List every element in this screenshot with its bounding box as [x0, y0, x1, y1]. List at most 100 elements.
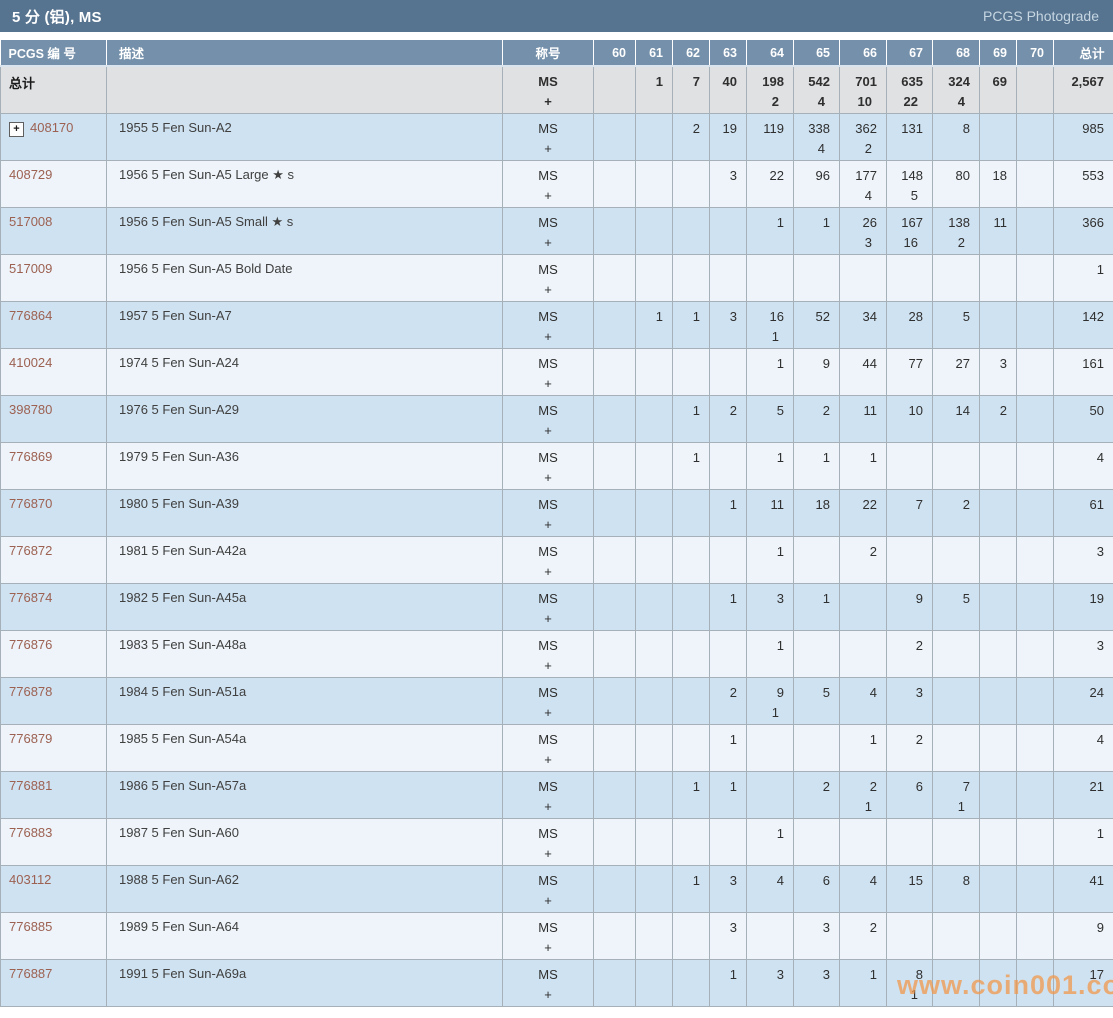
grade-cell-65: 2 — [793, 771, 840, 819]
grade-cell-60 — [593, 536, 636, 584]
designation-cell: MS + — [502, 583, 594, 631]
pcgs-number-link[interactable]: 776879 — [9, 731, 52, 746]
grade-cell-total: 985 — [1053, 113, 1113, 161]
grade-cell-69 — [979, 818, 1017, 866]
grade-cell-64: 1 — [746, 348, 794, 396]
table-row: 776876 1983 5 Fen Sun-A48a MS + 1 2 3 — [0, 630, 1113, 678]
grade-cell-70 — [1016, 583, 1054, 631]
population-table: PCGS 编 号描述 称号 60 61 62 63 64 65 66 67 68 69 70 总计 总计 M… — [0, 40, 1113, 1007]
grade-cell-66: 362 2 — [839, 113, 887, 161]
grade-cell-64: 3 — [746, 959, 794, 1007]
pcgs-number-link[interactable]: 776885 — [9, 919, 52, 934]
grade-cell-60 — [593, 348, 636, 396]
pcgs-number-link[interactable]: 408170 — [30, 120, 73, 135]
header-row: PCGS 编 号描述 称号 60 61 62 63 64 65 66 67 68 69 70 总计 — [0, 40, 1113, 67]
grade-cell-64: 1 — [746, 536, 794, 584]
description-cell: 1981 5 Fen Sun-A42a — [106, 536, 503, 584]
grade-cell-62 — [672, 348, 710, 396]
grade-cell-70 — [1016, 677, 1054, 725]
grade-cell-60 — [593, 489, 636, 537]
grade-cell-65: 3 — [793, 959, 840, 1007]
grade-cell-68 — [932, 536, 980, 584]
grade-cell-67: 167 16 — [886, 207, 933, 255]
grade-cell-67: 81 — [886, 959, 933, 1007]
grade-cell-70 — [1016, 65, 1054, 114]
grade-cell-69: 11 — [979, 207, 1017, 255]
pcgs-number-link[interactable]: 403112 — [9, 872, 51, 887]
grade-cell-70 — [1016, 771, 1054, 819]
grade-cell-61 — [635, 442, 673, 490]
expand-icon[interactable]: + — [9, 122, 24, 137]
grade-cell-61 — [635, 348, 673, 396]
pcgs-number-link[interactable]: 776876 — [9, 637, 52, 652]
grade-cell-70 — [1016, 865, 1054, 913]
pcgs-number-link[interactable]: 517009 — [9, 261, 52, 276]
pcgs-number-link[interactable]: 776874 — [9, 590, 52, 605]
grade-cell-67: 131 — [886, 113, 933, 161]
grade-cell-70 — [1016, 912, 1054, 960]
table-row: 398780 1976 5 Fen Sun-A29 MS +1 2 5 2 11 10 14 2 50 — [0, 395, 1113, 443]
grade-cell-62: 2 — [672, 113, 710, 161]
photograde-link[interactable]: PCGS Photograde — [983, 8, 1099, 24]
pcgs-number-link[interactable]: 408729 — [9, 167, 52, 182]
grade-cell-total: 3 — [1053, 536, 1113, 584]
grade-cell-67 — [886, 254, 933, 302]
description-cell — [106, 65, 503, 114]
grade-cell-total: 4 — [1053, 442, 1113, 490]
grade-cell-61 — [635, 912, 673, 960]
grade-cell-64: 3 — [746, 583, 794, 631]
designation-cell: MS + — [502, 254, 594, 302]
pcgs-number-link[interactable]: 776878 — [9, 684, 52, 699]
col-header-total: 总计 — [1053, 40, 1113, 67]
pcgs-cell: 398780 — [0, 395, 107, 443]
grade-cell-68 — [932, 912, 980, 960]
pcgs-number-link[interactable]: 776870 — [9, 496, 52, 511]
designation-cell: MS + — [502, 677, 594, 725]
grade-cell-69 — [979, 630, 1017, 678]
col-header-69: 69 — [979, 40, 1017, 67]
grade-cell-67: 2 — [886, 630, 933, 678]
pcgs-number-link[interactable]: 776881 — [9, 778, 52, 793]
grade-cell-total: 9 — [1053, 912, 1113, 960]
pcgs-number-link[interactable]: 776887 — [9, 966, 52, 981]
grade-cell-68: 138 2 — [932, 207, 980, 255]
grade-cell-total: 19 — [1053, 583, 1113, 631]
pcgs-number-link[interactable]: 410024 — [9, 355, 52, 370]
grade-cell-69 — [979, 536, 1017, 584]
pcgs-number-link[interactable]: 776883 — [9, 825, 52, 840]
designation-cell: MS + — [502, 113, 594, 161]
grade-cell-61 — [635, 818, 673, 866]
grade-cell-68 — [932, 959, 980, 1007]
grade-cell-62 — [672, 536, 710, 584]
grade-cell-70 — [1016, 207, 1054, 255]
pcgs-number-link[interactable]: 398780 — [9, 402, 52, 417]
grade-cell-63 — [709, 442, 747, 490]
description-cell: 1979 5 Fen Sun-A36 — [106, 442, 503, 490]
grade-cell-66: 21 — [839, 771, 887, 819]
grade-cell-64: 22 — [746, 160, 794, 208]
table-row: 403112 1988 5 Fen Sun-A62 MS +1 3 4 6 4 15 8 41 — [0, 865, 1113, 913]
description-cell: 1956 5 Fen Sun-A5 Large ★ s — [106, 160, 503, 208]
pcgs-number-link[interactable]: 517008 — [9, 214, 52, 229]
grade-cell-62 — [672, 207, 710, 255]
grade-cell-63 — [709, 207, 747, 255]
designation-cell: MS + — [502, 160, 594, 208]
grade-cell-64: 1 — [746, 207, 794, 255]
description-cell: 1955 5 Fen Sun-A2 — [106, 113, 503, 161]
pcgs-number-link[interactable]: 776864 — [9, 308, 52, 323]
col-header-66: 66 — [839, 40, 887, 67]
grade-cell-65 — [793, 818, 840, 866]
designation-cell: MS + — [502, 489, 594, 537]
grade-cell-65: 1 — [793, 442, 840, 490]
pcgs-number-link[interactable]: 776872 — [9, 543, 52, 558]
grade-cell-66: 4 — [839, 677, 887, 725]
designation-cell: MS + — [502, 724, 594, 772]
pcgs-number-link[interactable]: 776869 — [9, 449, 52, 464]
pcgs-cell: 776885 — [0, 912, 107, 960]
table-row: 776878 1984 5 Fen Sun-A51a MS + 2 9 1 5 4 3 24 — [0, 677, 1113, 725]
grade-cell-66 — [839, 254, 887, 302]
pcgs-cell: 776869 — [0, 442, 107, 490]
designation-cell: MS + — [502, 65, 594, 114]
grade-cell-61: 1 — [635, 301, 673, 349]
description-cell: 1982 5 Fen Sun-A45a — [106, 583, 503, 631]
